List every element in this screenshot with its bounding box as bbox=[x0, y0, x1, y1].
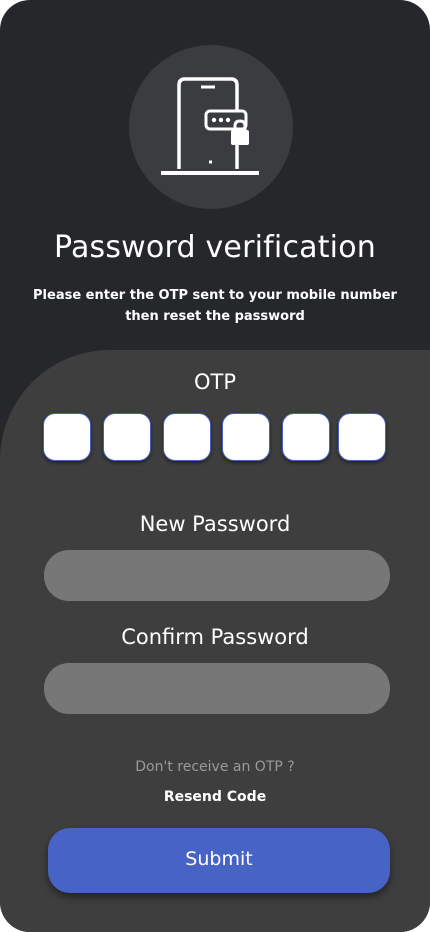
page-subtitle: Please enter the OTP sent to your mobile… bbox=[30, 285, 400, 327]
otp-digit-6[interactable] bbox=[338, 413, 386, 461]
new-password-input[interactable] bbox=[44, 550, 390, 601]
header-section: Password verification Please enter the O… bbox=[0, 0, 430, 380]
resend-prompt: Don't receive an OTP ? bbox=[135, 759, 295, 775]
otp-label: OTP bbox=[193, 370, 237, 394]
otp-input-group bbox=[43, 413, 387, 462]
confirm-password-input[interactable] bbox=[44, 663, 390, 714]
otp-digit-1[interactable] bbox=[43, 413, 91, 461]
confirm-password-label: Confirm Password bbox=[121, 625, 309, 649]
otp-digit-2[interactable] bbox=[103, 413, 151, 461]
otp-digit-5[interactable] bbox=[282, 413, 330, 461]
new-password-label: New Password bbox=[139, 512, 291, 536]
page-title: Password verification bbox=[54, 230, 376, 265]
resend-code-link[interactable]: Resend Code bbox=[0, 789, 430, 805]
phone-lock-icon bbox=[161, 77, 259, 175]
icon-badge bbox=[129, 45, 293, 209]
otp-digit-4[interactable] bbox=[222, 413, 270, 461]
subtitle-line-2: then reset the password bbox=[125, 309, 305, 324]
submit-button[interactable]: Submit bbox=[48, 828, 390, 893]
otp-digit-3[interactable] bbox=[163, 413, 211, 461]
screen: Password verification Please enter the O… bbox=[0, 0, 430, 932]
subtitle-line-1: Please enter the OTP sent to your mobile… bbox=[33, 288, 397, 303]
